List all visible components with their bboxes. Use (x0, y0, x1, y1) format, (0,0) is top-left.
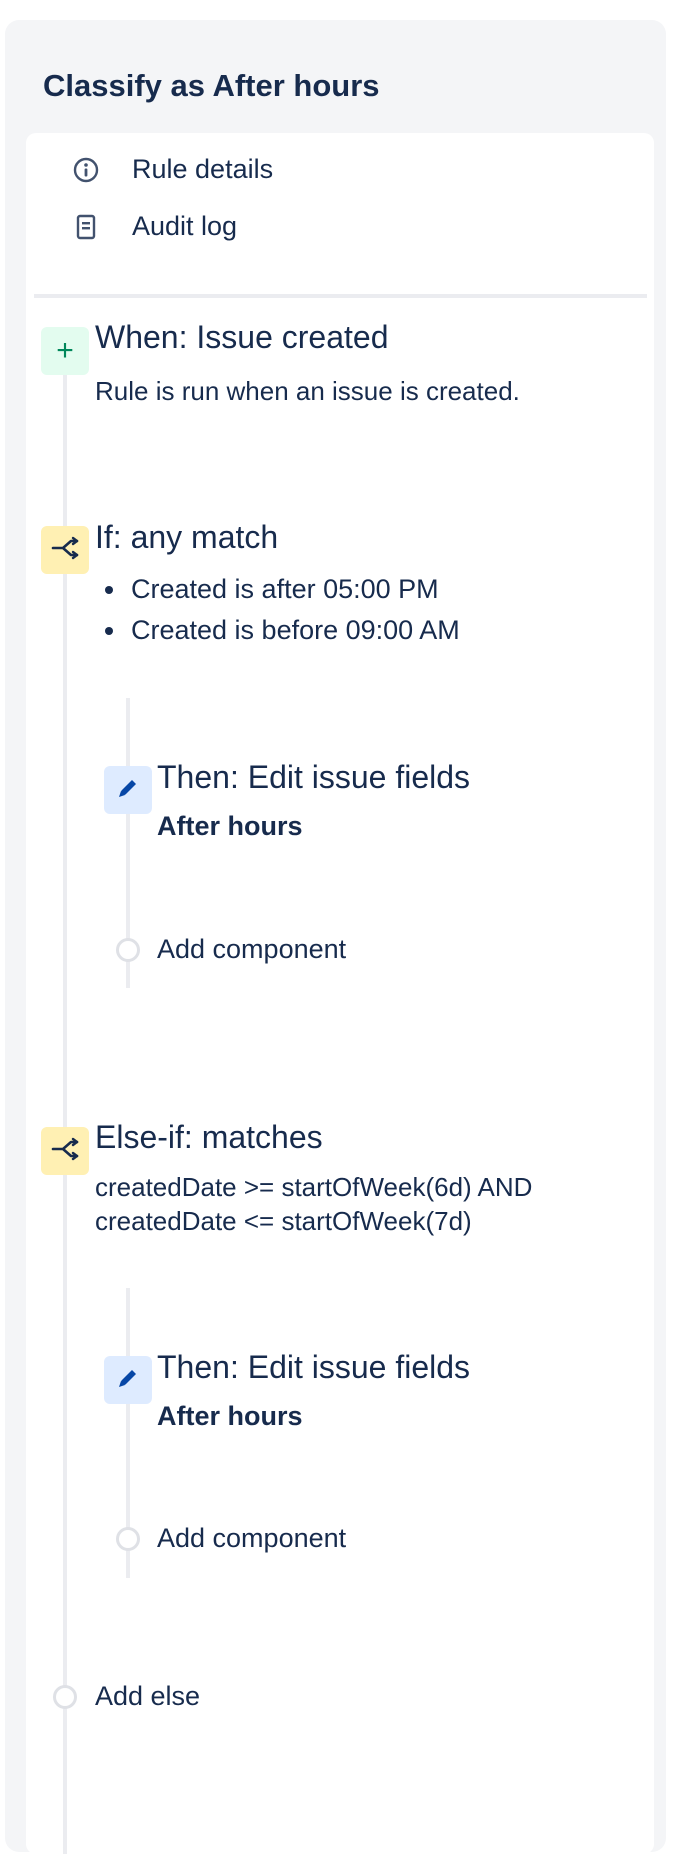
rule-details-link[interactable]: Rule details (50, 148, 610, 192)
trigger-badge[interactable]: + (41, 327, 89, 375)
add-component-node[interactable] (116, 938, 140, 962)
add-else-node[interactable] (53, 1685, 77, 1709)
jql-line: createdDate >= startOfWeek(6d) AND (95, 1172, 533, 1202)
rule-panel: Classify as After hours Rule details Aud… (5, 20, 666, 1854)
else-if-title[interactable]: Else-if: matches (95, 1119, 323, 1156)
rule-card: Rule details Audit log + When: Issue cre… (26, 133, 654, 1854)
divider (34, 294, 647, 298)
add-component-node[interactable] (116, 1527, 140, 1551)
rule-details-label: Rule details (132, 154, 274, 184)
pencil-icon (115, 775, 141, 806)
pencil-icon (115, 1365, 141, 1396)
if-action-title[interactable]: Then: Edit issue fields (157, 759, 470, 796)
plus-icon: + (56, 334, 74, 367)
else-if-badge[interactable] (41, 1127, 89, 1175)
branch-icon (50, 1137, 80, 1166)
if-action-detail: After hours (157, 811, 303, 841)
if-conditions: Created is after 05:00 PM Created is bef… (95, 569, 460, 651)
if-action-badge[interactable] (104, 766, 152, 814)
audit-log-label: Audit log (132, 211, 238, 241)
condition-item: Created is after 05:00 PM (95, 569, 460, 610)
add-component-button[interactable]: Add component (157, 934, 346, 965)
audit-log-link[interactable]: Audit log (50, 205, 610, 249)
else-if-action-title[interactable]: Then: Edit issue fields (157, 1349, 470, 1386)
main-timeline (63, 353, 67, 1854)
info-icon (72, 156, 100, 184)
branch-icon (50, 536, 80, 565)
document-icon (72, 213, 100, 241)
jql-line: createdDate <= startOfWeek(7d) (95, 1206, 472, 1236)
add-else-button[interactable]: Add else (95, 1681, 200, 1712)
add-component-button[interactable]: Add component (157, 1523, 346, 1554)
trigger-title[interactable]: When: Issue created (95, 319, 388, 356)
if-badge[interactable] (41, 526, 89, 574)
if-title[interactable]: If: any match (95, 519, 278, 556)
else-if-action-badge[interactable] (104, 1356, 152, 1404)
else-if-action-detail: After hours (157, 1401, 303, 1431)
condition-item: Created is before 09:00 AM (95, 610, 460, 651)
rule-title: Classify as After hours (43, 68, 380, 103)
else-if-jql: createdDate >= startOfWeek(6d) AND creat… (95, 1170, 532, 1238)
trigger-description: Rule is run when an issue is created. (95, 376, 520, 406)
